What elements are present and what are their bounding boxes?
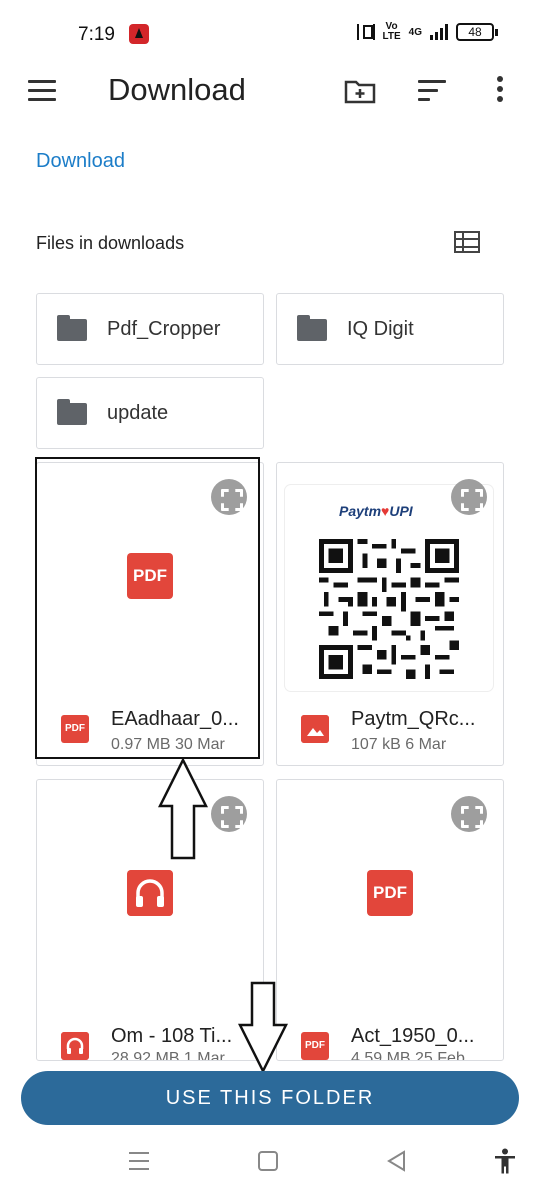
folder-icon [57, 399, 87, 425]
status-time: 7:19 [78, 24, 115, 45]
folder-icon [57, 315, 87, 341]
arrow-down-annotation [238, 981, 288, 1073]
status-indicators: Vo LTE 4G 48 [356, 21, 498, 42]
sort-icon[interactable] [418, 80, 446, 102]
status-bar: 7:19 Vo LTE 4G 48 [0, 0, 540, 66]
accessibility-icon[interactable] [494, 1148, 516, 1174]
qr-code [319, 539, 459, 679]
pdf-icon: PDF [301, 1032, 329, 1060]
upi-logo: Paytm♥UPI [339, 503, 413, 519]
breadcrumb[interactable]: Download [36, 150, 125, 173]
vibrate-icon [356, 24, 375, 40]
file-info: 28.92 MB 1 Mar [111, 1050, 225, 1061]
folder-name: Pdf_Cropper [107, 318, 221, 340]
system-nav-bar [0, 1126, 540, 1200]
folder-item[interactable]: Pdf_Cropper [36, 293, 264, 365]
file-info: 107 kB 6 Mar [351, 736, 447, 753]
network-type: 4G [408, 26, 422, 38]
recents-icon[interactable] [129, 1152, 149, 1170]
pdf-icon: PDF [367, 870, 413, 916]
back-icon[interactable] [386, 1150, 406, 1172]
file-name: Act_1950_0... [351, 1025, 475, 1047]
signal-icon [430, 24, 448, 40]
image-icon [301, 715, 329, 743]
list-view-icon[interactable] [454, 231, 480, 253]
page-title: Download [108, 72, 246, 107]
folder-name: update [107, 402, 169, 424]
arrow-up-annotation [158, 758, 208, 860]
file-name: Om - 108 Ti... [111, 1025, 233, 1047]
use-this-folder-button[interactable]: USE THIS FOLDER [21, 1071, 519, 1125]
file-item[interactable]: Paytm♥UPI Paytm_QRc... 107 kB 6 Mar [276, 462, 504, 766]
upi-text: UPI [389, 503, 413, 519]
headphones-icon [127, 870, 173, 916]
headphones-icon [61, 1032, 89, 1060]
folder-item[interactable]: IQ Digit [276, 293, 504, 365]
file-item[interactable]: PDF PDF Act_1950_0... 4.59 MB 25 Feb [276, 779, 504, 1061]
expand-icon[interactable] [451, 479, 487, 515]
battery-icon: 48 [456, 23, 498, 41]
qr-image: Paytm♥UPI [285, 485, 493, 691]
file-item[interactable]: Om - 108 Ti... 28.92 MB 1 Mar [36, 779, 264, 1061]
home-icon[interactable] [258, 1151, 278, 1171]
file-info: 4.59 MB 25 Feb [351, 1050, 465, 1061]
folder-name: IQ Digit [347, 318, 414, 340]
section-label: Files in downloads [36, 233, 185, 253]
selection-highlight [35, 457, 260, 759]
folder-icon [297, 315, 327, 341]
toolbar: Download [0, 66, 540, 118]
more-options-icon[interactable] [494, 76, 506, 106]
new-folder-icon[interactable] [344, 78, 376, 104]
volte-icon: Vo LTE [382, 21, 401, 42]
menu-icon[interactable] [28, 80, 56, 102]
upi-brand: Paytm [339, 503, 382, 519]
notification-app-icon [129, 24, 149, 44]
folder-item[interactable]: update [36, 377, 264, 449]
expand-icon[interactable] [451, 796, 487, 832]
file-name: Paytm_QRc... [351, 708, 476, 730]
expand-icon[interactable] [211, 796, 247, 832]
